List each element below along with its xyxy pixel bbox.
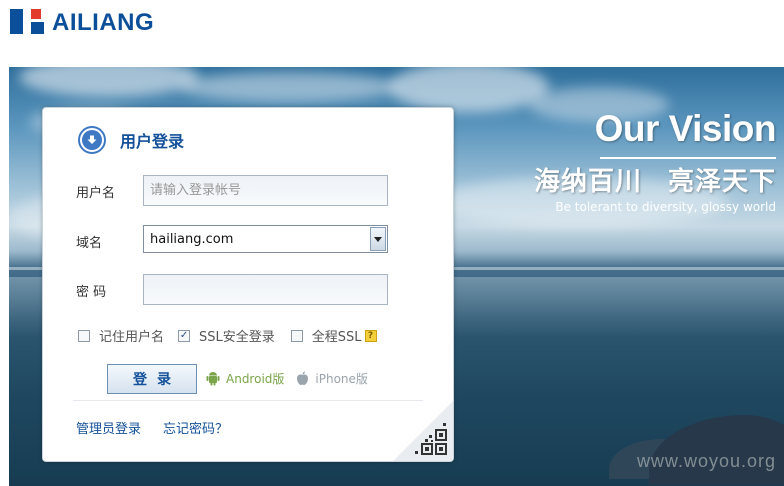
full-ssl-checkbox[interactable] xyxy=(290,329,303,342)
remember-username-checkbox[interactable] xyxy=(78,329,90,342)
vision-slogan-cn: 海纳百川 亮泽天下 xyxy=(534,165,776,199)
slogan-cn-part-2: 亮泽天下 xyxy=(667,167,776,197)
remember-username-option[interactable]: 记住用户名 xyxy=(78,326,164,345)
qr-code-icon xyxy=(415,423,447,455)
logo-mark-icon xyxy=(10,9,48,37)
admin-login-link[interactable]: 管理员登录 xyxy=(76,418,141,437)
password-label: 密 码 xyxy=(76,285,107,300)
arrow-down-circle-icon xyxy=(78,126,106,154)
android-app-link[interactable]: Android版 xyxy=(206,370,284,387)
login-options: 记住用户名 ✓ SSL安全登录 全程SSL ? xyxy=(78,326,377,345)
company-logo: AILIANG xyxy=(10,8,154,38)
vision-divider xyxy=(600,157,776,159)
domain-select-value: hailiang.com xyxy=(150,231,234,247)
username-label: 用户名 xyxy=(76,186,116,201)
panel-divider xyxy=(73,400,423,401)
iphone-app-link[interactable]: iPhone版 xyxy=(296,370,368,387)
ssl-login-label: SSL安全登录 xyxy=(199,330,275,345)
login-panel: 用户登录 用户名 域名 hailiang.com 密 码 记住用户名 ✓ SSL… xyxy=(42,107,454,462)
vision-block: Our Vision 海纳百川 亮泽天下 Be tolerant to diver… xyxy=(534,107,777,215)
login-title: 用户登录 xyxy=(120,132,185,151)
login-header: 用户登录 xyxy=(78,126,184,154)
slogan-cn-part-1: 海纳百川 xyxy=(533,167,642,197)
remember-username-label: 记住用户名 xyxy=(99,330,165,345)
domain-select[interactable]: hailiang.com xyxy=(143,225,388,253)
help-icon[interactable]: ? xyxy=(364,329,377,342)
username-input[interactable] xyxy=(143,175,388,206)
full-ssl-option[interactable]: 全程SSL ? xyxy=(290,326,377,345)
iphone-app-label: iPhone版 xyxy=(315,372,368,386)
vision-slogan-en: Be tolerant to diversity, glossy world xyxy=(555,200,776,214)
app-download-links: Android版 iPhone版 xyxy=(206,370,368,387)
footer-links: 管理员登录 忘记密码？ xyxy=(76,418,228,437)
login-button[interactable]: 登录 xyxy=(107,364,197,394)
full-ssl-label: 全程SSL xyxy=(311,330,362,345)
logo-text: AILIANG xyxy=(52,9,155,36)
password-input[interactable] xyxy=(143,274,388,305)
vision-title: Our Vision xyxy=(594,108,777,149)
android-app-label: Android版 xyxy=(226,372,285,386)
chevron-down-icon[interactable] xyxy=(370,227,386,251)
ssl-login-checkbox[interactable]: ✓ xyxy=(178,329,191,342)
qr-code-corner[interactable] xyxy=(393,401,453,461)
android-icon xyxy=(206,372,220,386)
apple-icon xyxy=(297,371,309,385)
domain-label: 域名 xyxy=(76,236,103,251)
site-watermark: www.woyou.org xyxy=(636,451,776,471)
island-shape xyxy=(649,415,784,485)
ssl-login-option[interactable]: ✓ SSL安全登录 xyxy=(178,326,275,345)
forgot-password-link[interactable]: 忘记密码？ xyxy=(163,418,228,437)
